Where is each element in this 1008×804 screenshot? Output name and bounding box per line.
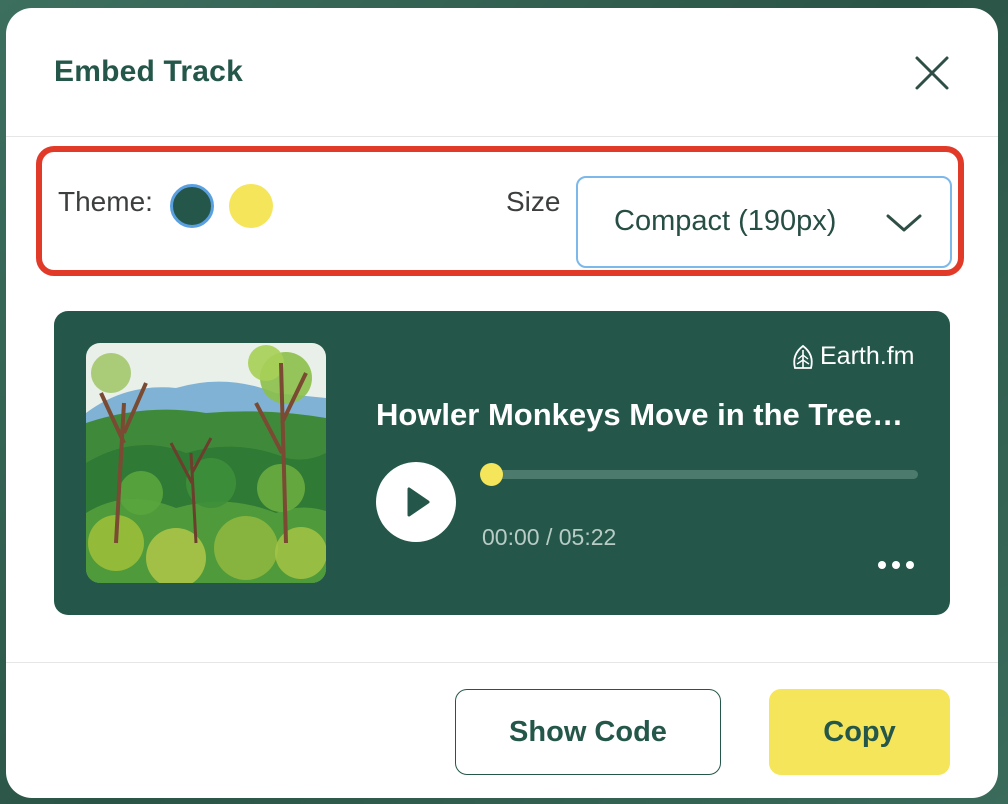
- current-time: 00:00: [482, 524, 540, 550]
- forest-artwork-image: [86, 343, 326, 583]
- modal-footer: Show Code Copy: [6, 662, 998, 798]
- modal-header: Embed Track: [6, 8, 998, 137]
- copy-button[interactable]: Copy: [769, 689, 950, 775]
- size-select[interactable]: Compact (190px): [576, 176, 952, 268]
- time-separator: /: [545, 524, 553, 550]
- chevron-down-icon: [886, 214, 922, 232]
- show-code-button[interactable]: Show Code: [455, 689, 721, 775]
- play-icon: [407, 487, 430, 517]
- theme-swatch-green[interactable]: [170, 184, 214, 228]
- earthfm-brand: Earth.fm: [790, 342, 914, 371]
- leaf-icon: [793, 344, 813, 369]
- playback-time: 00:00 / 05:22: [482, 524, 616, 551]
- size-select-value: Compact (190px): [614, 205, 837, 237]
- progress-bar[interactable]: [479, 463, 918, 486]
- brand-name: Earth.fm: [820, 342, 915, 370]
- progress-handle[interactable]: [479, 463, 503, 486]
- duration: 05:22: [558, 524, 617, 550]
- embed-options-panel: Theme: Size Compact (190px): [36, 146, 964, 276]
- close-button[interactable]: [911, 52, 953, 94]
- embed-player-preview: Earth.fm Howler Monkeys Move in the Tree…: [54, 311, 950, 615]
- theme-label: Theme:: [58, 186, 153, 217]
- theme-swatch-yellow[interactable]: [229, 184, 273, 228]
- more-options-button[interactable]: [872, 553, 920, 577]
- play-button[interactable]: [376, 462, 456, 542]
- more-dots-icon: [878, 561, 914, 569]
- embed-track-modal: Embed Track Theme: Size Compact (190px): [6, 8, 998, 798]
- track-title[interactable]: Howler Monkeys Move in the Trees in Cost…: [376, 397, 920, 433]
- modal-title: Embed Track: [54, 55, 243, 88]
- close-icon: [915, 56, 949, 90]
- track-artwork: [86, 343, 326, 583]
- size-label: Size: [506, 186, 561, 217]
